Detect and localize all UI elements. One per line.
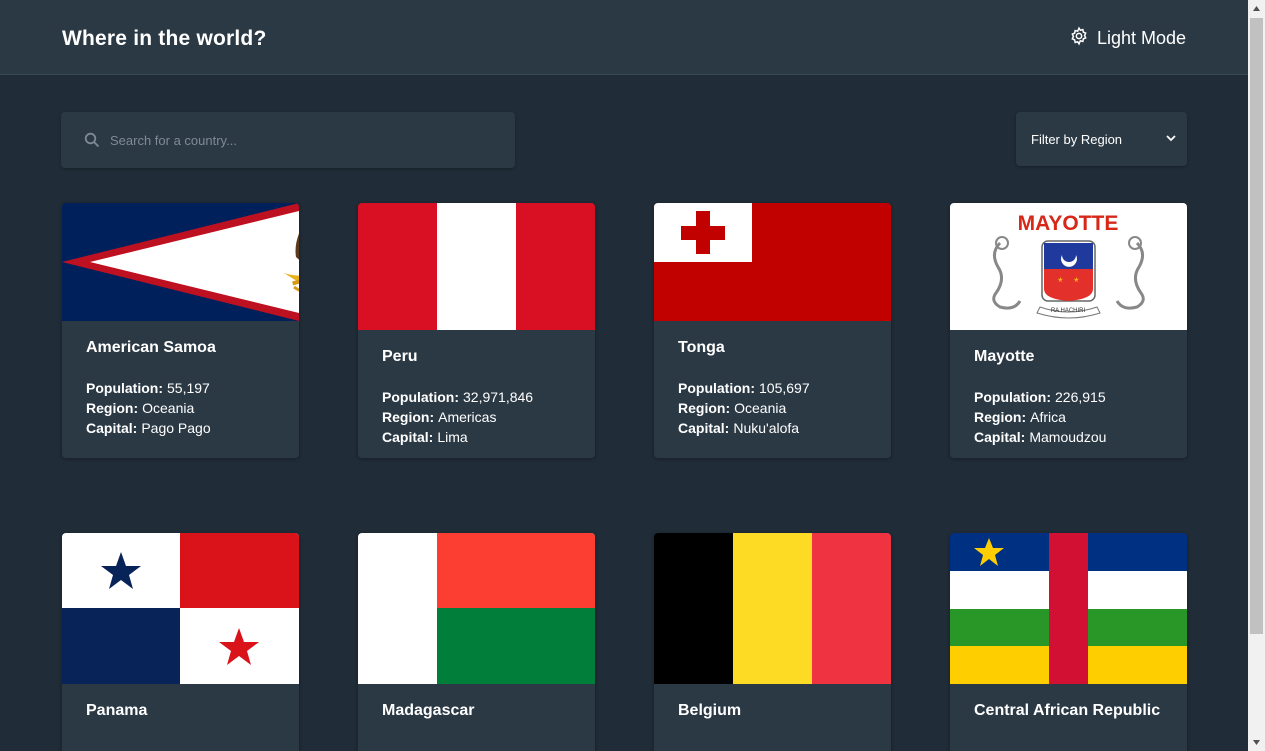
app-title: Where in the world? bbox=[62, 27, 267, 50]
svg-text:*: * bbox=[1058, 275, 1063, 289]
population-value: 55,197 bbox=[167, 380, 210, 396]
theme-toggle-label: Light Mode bbox=[1096, 28, 1186, 48]
search-input[interactable] bbox=[108, 131, 492, 149]
population-value: 226,915 bbox=[1055, 389, 1106, 405]
region-value: Africa bbox=[1030, 409, 1066, 425]
country-name: Central African Republic bbox=[974, 702, 1161, 719]
svg-text:*: * bbox=[1074, 275, 1079, 289]
region-filter-label: Filter by Region bbox=[1031, 131, 1123, 147]
country-name: Peru bbox=[382, 348, 418, 365]
country-card[interactable]: Peru Population: 32,971,846 Region: Americ… bbox=[358, 203, 595, 458]
viewport: Where in the world? Light Mode Filter by… bbox=[0, 0, 1248, 751]
population-label: Population: bbox=[382, 389, 459, 405]
country-name: Tonga bbox=[678, 339, 725, 356]
scrollbar-thumb[interactable] bbox=[1250, 18, 1263, 634]
region-label: Region: bbox=[678, 400, 731, 416]
app-header: Where in the world? Light Mode bbox=[0, 0, 1248, 75]
country-card[interactable]: MAYOTTE * * RA HACHIRI Mayotte Populatio… bbox=[950, 203, 1187, 458]
mayotte-flag: MAYOTTE * * RA HACHIRI bbox=[950, 203, 1187, 330]
search-box[interactable] bbox=[61, 112, 515, 168]
capital-label: Capital: bbox=[86, 420, 138, 436]
scroll-up-arrow-icon[interactable] bbox=[1252, 4, 1261, 13]
population-label: Population: bbox=[974, 389, 1051, 405]
population-label: Population: bbox=[678, 380, 755, 396]
american-samoa-flag bbox=[62, 203, 299, 321]
region-label: Region: bbox=[974, 409, 1027, 425]
belgium-flag bbox=[654, 533, 891, 684]
country-card[interactable]: Madagascar bbox=[358, 533, 595, 751]
population-value: 32,971,846 bbox=[463, 389, 534, 405]
scroll-down-arrow-icon[interactable] bbox=[1252, 738, 1261, 747]
country-name: Mayotte bbox=[974, 348, 1035, 365]
capital-value: Lima bbox=[437, 429, 468, 445]
gear-icon bbox=[1069, 26, 1089, 51]
capital-label: Capital: bbox=[974, 429, 1026, 445]
search-icon bbox=[84, 132, 100, 148]
country-name: American Samoa bbox=[86, 339, 216, 356]
region-value: Oceania bbox=[142, 400, 195, 416]
country-name: Belgium bbox=[678, 702, 742, 719]
panama-flag bbox=[62, 533, 299, 684]
theme-toggle-button[interactable]: Light Mode bbox=[1069, 26, 1186, 51]
country-card[interactable]: Central African Republic bbox=[950, 533, 1187, 751]
capital-value: Mamoudzou bbox=[1029, 429, 1107, 445]
mayotte-flag-motto: RA HACHIRI bbox=[1051, 308, 1086, 314]
chevron-down-icon bbox=[1165, 132, 1177, 147]
capital-value: Nuku'alofa bbox=[733, 420, 800, 436]
region-value: Americas bbox=[438, 409, 497, 425]
vertical-scrollbar[interactable] bbox=[1248, 0, 1265, 751]
country-card[interactable]: Belgium bbox=[654, 533, 891, 751]
population-label: Population: bbox=[86, 380, 163, 396]
country-card[interactable]: Panama bbox=[62, 533, 299, 751]
country-card[interactable]: American Samoa Population: 55,197 Region:… bbox=[62, 203, 299, 458]
capital-label: Capital: bbox=[678, 420, 730, 436]
tonga-flag bbox=[654, 203, 891, 321]
region-label: Region: bbox=[86, 400, 139, 416]
region-value: Oceania bbox=[734, 400, 787, 416]
capital-value: Pago Pago bbox=[141, 420, 211, 436]
region-label: Region: bbox=[382, 409, 435, 425]
madagascar-flag bbox=[358, 533, 595, 684]
central-african-republic-flag bbox=[950, 533, 1187, 684]
region-filter-select[interactable]: Filter by Region bbox=[1016, 112, 1187, 166]
peru-flag bbox=[358, 203, 595, 330]
country-name: Madagascar bbox=[382, 702, 475, 719]
country-card[interactable]: Tonga Population: 105,697 Region: Oceania … bbox=[654, 203, 891, 458]
population-value: 105,697 bbox=[759, 380, 810, 396]
capital-label: Capital: bbox=[382, 429, 434, 445]
mayotte-flag-wordmark: MAYOTTE bbox=[1018, 212, 1119, 235]
country-name: Panama bbox=[86, 702, 148, 719]
